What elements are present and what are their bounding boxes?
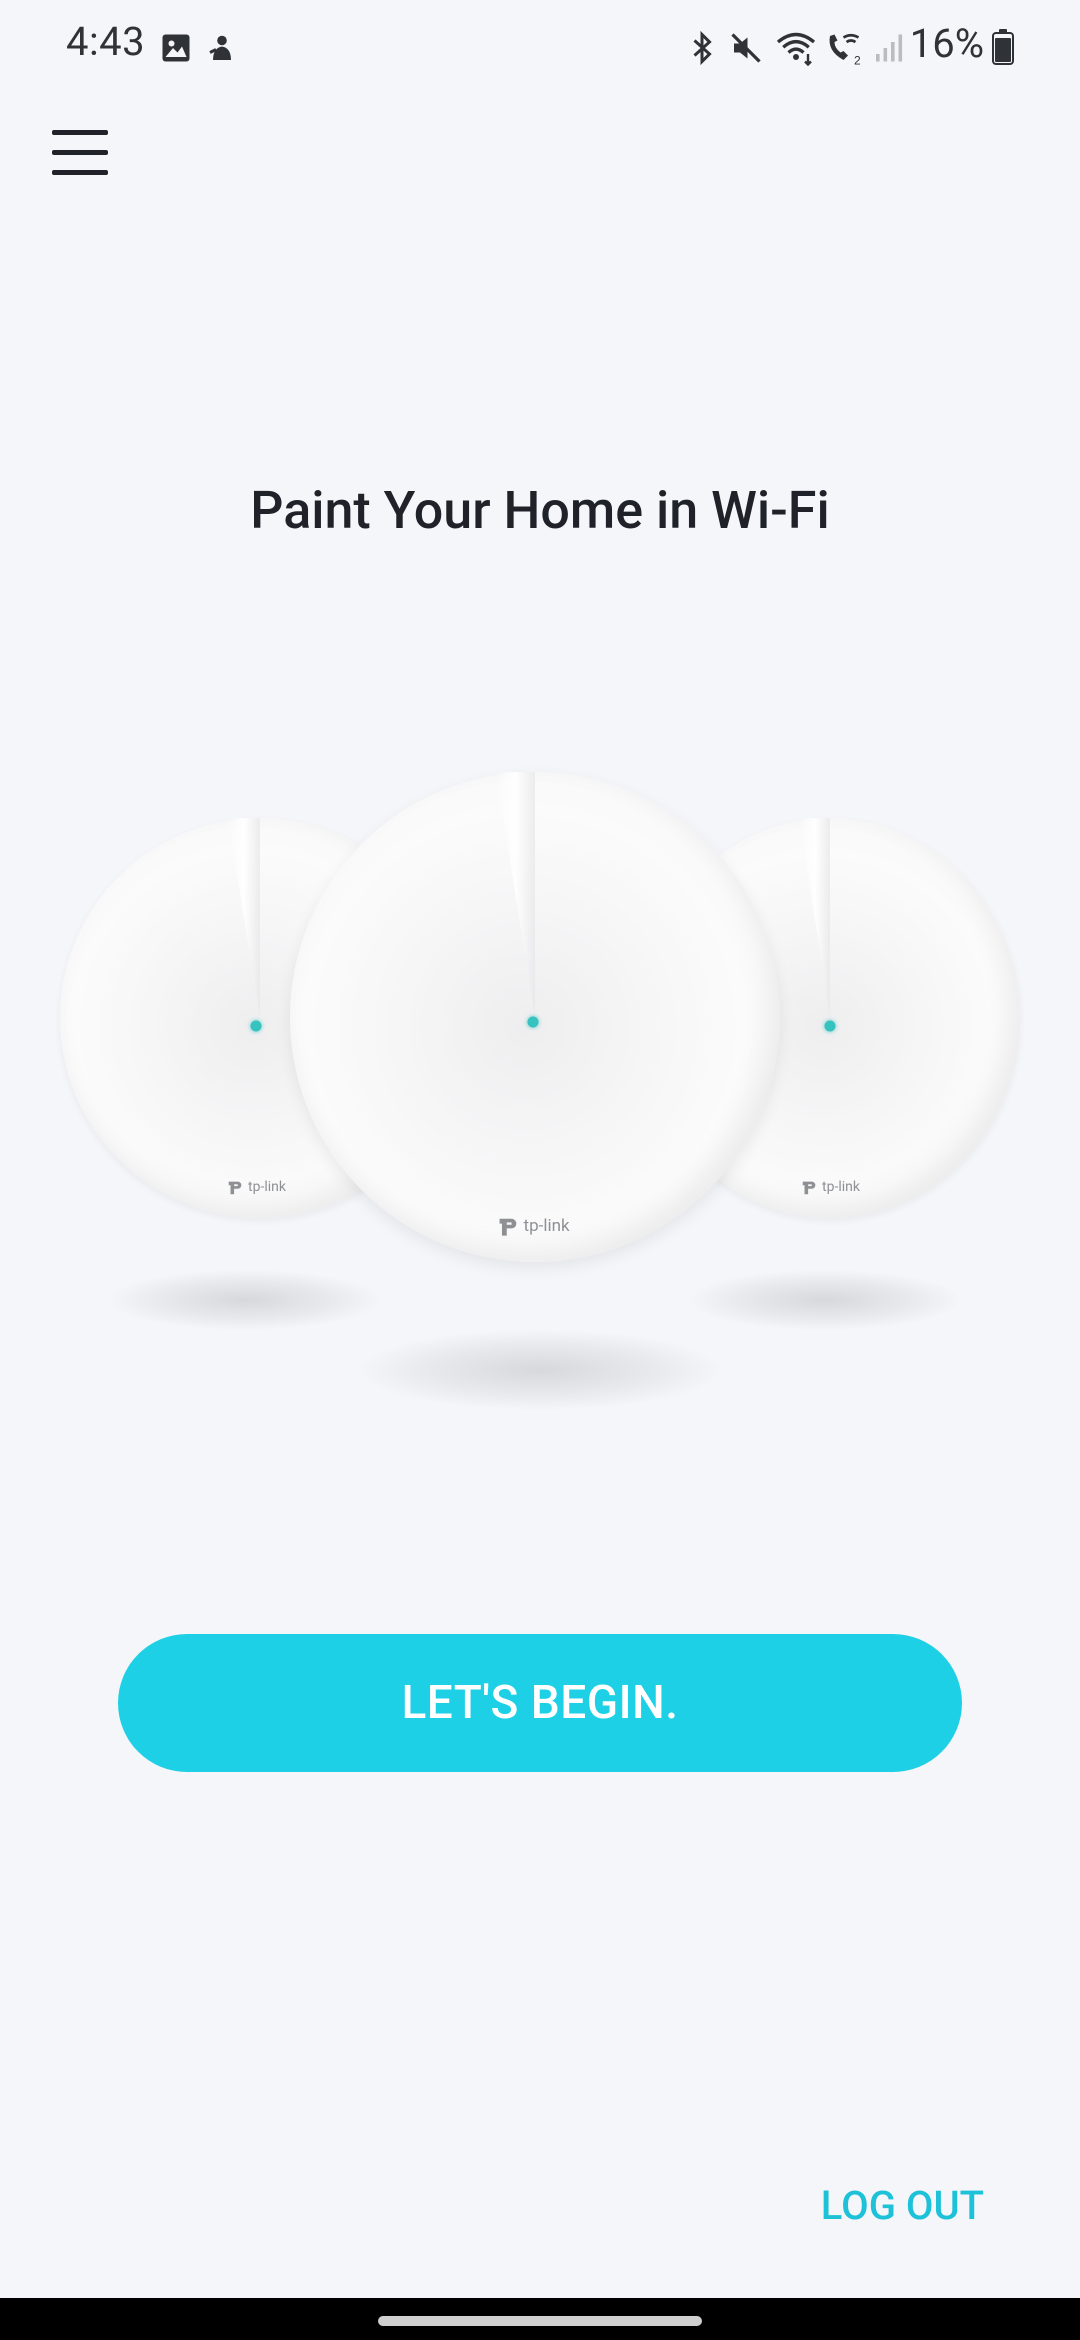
led-indicator <box>824 1020 836 1032</box>
system-navigation-bar <box>0 2298 1080 2340</box>
gallery-icon <box>162 34 190 62</box>
battery-percent: 16% <box>909 20 984 67</box>
signal-icon <box>876 34 903 62</box>
lets-begin-button[interactable]: LET'S BEGIN. <box>118 1634 962 1772</box>
home-gesture-handle[interactable] <box>378 2316 702 2326</box>
mute-icon <box>731 33 761 63</box>
svg-text:2: 2 <box>854 54 861 67</box>
device-shadow-left <box>110 1270 380 1330</box>
bluetooth-icon <box>693 30 712 66</box>
mesh-device-center: tp-link <box>290 772 780 1262</box>
led-indicator <box>250 1020 262 1032</box>
device-shadow-right <box>690 1270 960 1330</box>
wifi-calling-icon: 2 <box>829 33 861 67</box>
status-bar: 4:43 2 16% <box>0 0 1080 96</box>
menu-button[interactable] <box>44 120 112 184</box>
hero-illustration: tp-link tp-link tp-link <box>40 760 1040 1440</box>
device-shadow-center <box>360 1330 720 1410</box>
wifi-icon <box>776 32 816 66</box>
log-out-link[interactable]: LOG OUT <box>821 2182 984 2229</box>
tp-link-logo: tp-link <box>226 1178 286 1196</box>
tp-link-logo: tp-link <box>496 1214 570 1238</box>
app-notification-icon <box>209 35 231 60</box>
page-title: Paint Your Home in Wi-Fi <box>250 480 830 541</box>
tp-link-logo: tp-link <box>800 1178 860 1196</box>
led-indicator <box>527 1016 539 1028</box>
battery-icon <box>992 29 1014 65</box>
status-time: 4:43 <box>66 18 146 65</box>
